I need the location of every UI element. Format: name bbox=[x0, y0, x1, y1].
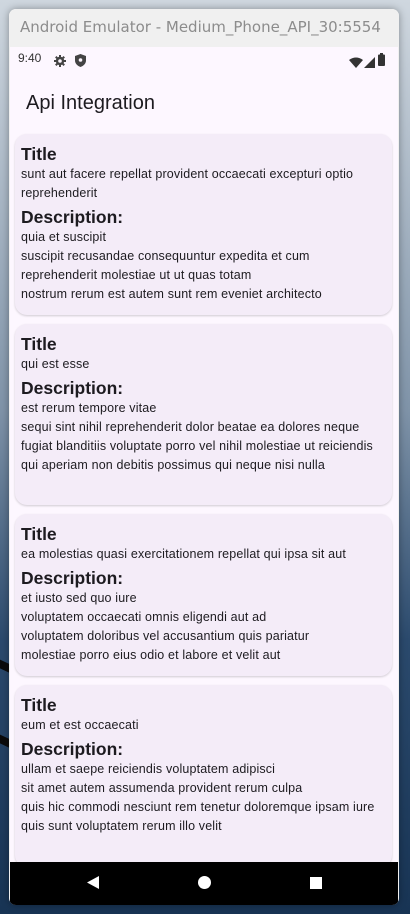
card-title-label: Title bbox=[21, 695, 57, 715]
card-description-text: et iusto sed quo iure voluptatem occaeca… bbox=[21, 591, 310, 662]
post-card[interactable]: Title sunt aut facere repellat provident… bbox=[15, 134, 392, 315]
emulator-window: Android Emulator - Medium_Phone_API_30:5… bbox=[9, 9, 399, 905]
signal-icon bbox=[364, 53, 375, 72]
battery-icon bbox=[378, 51, 385, 70]
home-icon bbox=[197, 874, 211, 893]
wifi-icon bbox=[349, 53, 363, 72]
navigation-bar bbox=[10, 862, 398, 905]
card-description-text: ullam et saepe reiciendis voluptatem adi… bbox=[21, 762, 375, 833]
card-description-label: Description: bbox=[21, 378, 124, 398]
card-title-text: eum et est occaecati bbox=[21, 718, 139, 732]
card-title-text: ea molestias quasi exercitationem repell… bbox=[21, 547, 346, 561]
card-description-label: Description: bbox=[21, 568, 124, 588]
card-title-text: qui est esse bbox=[21, 357, 90, 371]
gear-icon bbox=[54, 52, 66, 71]
recents-icon bbox=[310, 874, 322, 893]
post-card[interactable]: Title eum et est occaecati Description: … bbox=[15, 685, 392, 862]
back-button[interactable] bbox=[63, 862, 123, 905]
card-title-text: sunt aut facere repellat provident occae… bbox=[21, 167, 357, 200]
card-title-label: Title bbox=[21, 524, 57, 544]
post-list[interactable]: Title sunt aut facere repellat provident… bbox=[10, 133, 398, 862]
post-card[interactable]: Title ea molestias quasi exercitationem … bbox=[15, 514, 392, 676]
card-description-text: quia et suscipit suscipit recusandae con… bbox=[21, 230, 322, 301]
shield-icon bbox=[75, 52, 86, 71]
window-title: Android Emulator - Medium_Phone_API_30:5… bbox=[20, 18, 381, 36]
phone-screen: 9:40 Api Integration Title sunt aut face… bbox=[10, 47, 398, 862]
card-title-label: Title bbox=[21, 144, 57, 164]
recents-button[interactable] bbox=[286, 862, 346, 905]
card-description-label: Description: bbox=[21, 739, 124, 759]
page-title: Api Integration bbox=[26, 92, 155, 114]
home-button[interactable] bbox=[174, 862, 234, 905]
card-description-text: est rerum tempore vitae sequi sint nihil… bbox=[21, 401, 373, 472]
app-bar: Api Integration bbox=[10, 71, 398, 133]
status-bar: 9:40 bbox=[10, 47, 398, 71]
window-titlebar[interactable]: Android Emulator - Medium_Phone_API_30:5… bbox=[9, 9, 399, 47]
card-description-label: Description: bbox=[21, 207, 124, 227]
status-time: 9:40 bbox=[18, 51, 42, 65]
card-title-label: Title bbox=[21, 334, 57, 354]
back-icon bbox=[87, 874, 99, 893]
post-card[interactable]: Title qui est esse Description: est reru… bbox=[15, 324, 392, 505]
